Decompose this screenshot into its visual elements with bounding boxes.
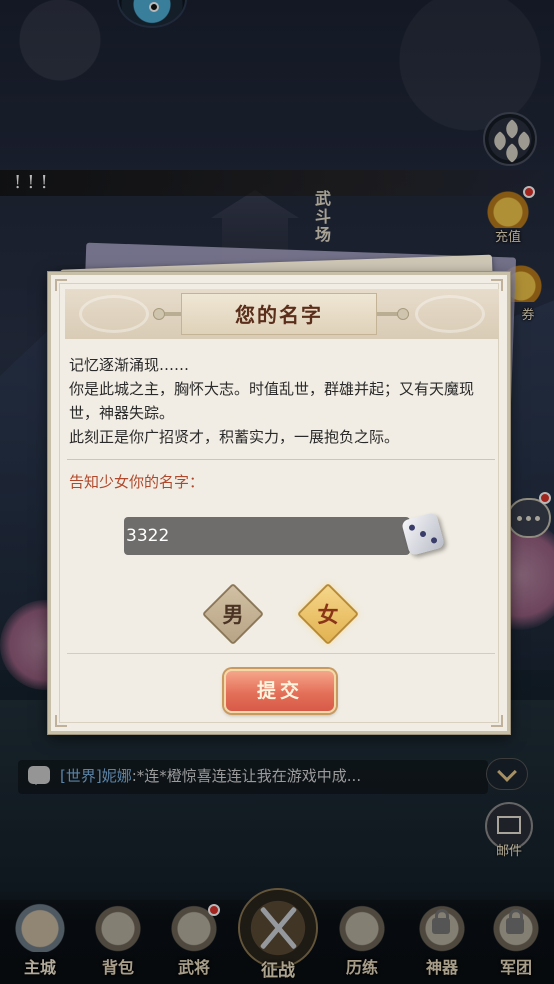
dialog-inner-border (59, 283, 499, 723)
story-line: 此刻正是你广招贤才，积蓄实力，一展抱负之际。 (69, 428, 400, 446)
submit-button[interactable]: 提交 (224, 669, 336, 713)
cloud-ornament (79, 295, 149, 333)
story-text: 记忆逐渐涌现…… 你是此城之主，胸怀大志。时值乱世，群雄并起；又有天魔现世，神器… (69, 353, 499, 449)
cloud-ornament (415, 295, 485, 333)
dice-icon (400, 511, 446, 557)
story-line: 记忆逐渐涌现…… (69, 356, 190, 374)
dice-pip (430, 536, 438, 545)
dice-pip (419, 530, 427, 538)
name-input[interactable] (124, 517, 410, 555)
name-prompt: 告知少女你的名字： (69, 473, 205, 491)
random-name-dice-button[interactable] (399, 510, 447, 558)
corner-ornament (491, 715, 503, 727)
gender-male-label: 男 (222, 602, 244, 627)
gender-female-label: 女 (317, 602, 339, 627)
divider (67, 459, 495, 460)
dice-pip (408, 523, 416, 532)
corner-ornament (55, 715, 67, 727)
dialog-title: 您的名字 (235, 303, 323, 327)
name-dialog: 您的名字 记忆逐渐涌现…… 你是此城之主，胸怀大志。时值乱世，群雄并起；又有天魔… (48, 272, 510, 734)
story-line: 你是此城之主，胸怀大志。时值乱世，群雄并起；又有天魔现世，神器失踪。 (69, 380, 475, 422)
divider (67, 653, 495, 654)
